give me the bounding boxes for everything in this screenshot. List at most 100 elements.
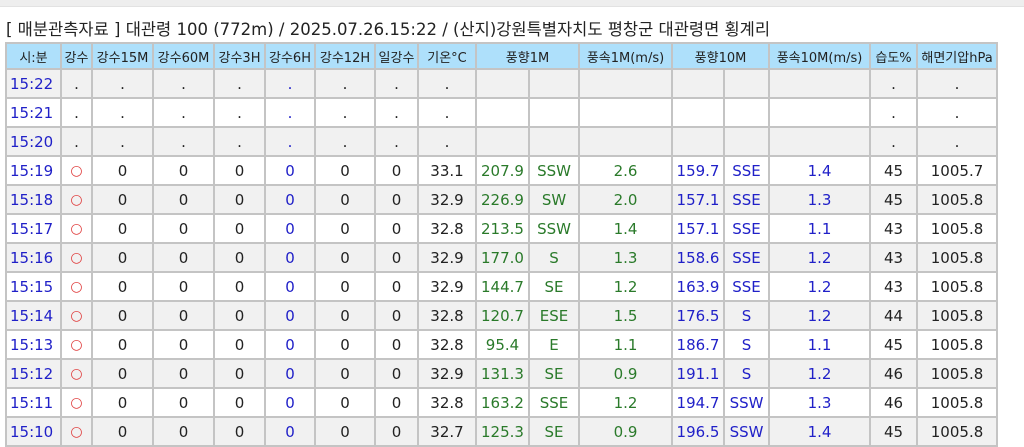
table-row: 15:16 ○ 0 0 0 0 0 0 32.9 177.0 S 1.3 158.6 SSE 1.2 43 10… xyxy=(5,242,999,273)
cell-rain-3h: 0 xyxy=(213,242,266,273)
cell-rain-6h: 0 xyxy=(264,271,316,302)
cell-humidity: . xyxy=(869,68,919,99)
cell-time[interactable]: 15:15 xyxy=(5,271,62,302)
cell-time[interactable]: 15:21 xyxy=(5,97,62,128)
cell-wind-speed-1m: 1.2 xyxy=(578,271,674,302)
header-rain-60m: 강수60M xyxy=(152,42,215,70)
cell-wind-dir-1m: SSW xyxy=(527,213,581,244)
cell-time[interactable]: 15:18 xyxy=(5,184,62,215)
cell-wind-speed-10m: 1.3 xyxy=(768,387,872,418)
cell-wind-dir-10m: SSW xyxy=(723,387,771,418)
cell-wind-speed-1m: 2.6 xyxy=(578,155,674,186)
cell-temperature: 32.8 xyxy=(417,387,477,418)
table-row: 15:19 ○ 0 0 0 0 0 0 33.1 207.9 SSW 2.6 159.7 SSE 1.4 45… xyxy=(5,155,999,186)
cell-time[interactable]: 15:20 xyxy=(5,126,62,157)
cell-rain-60m: 0 xyxy=(152,271,215,302)
cell-time[interactable]: 15:17 xyxy=(5,213,62,244)
cell-rain-12h: 0 xyxy=(314,155,376,186)
cell-wind-dir-1m: S xyxy=(527,242,581,273)
cell-rain-15m: 0 xyxy=(91,184,154,215)
cell-humidity: 45 xyxy=(869,184,919,215)
cell-wind-dir-10m: SSE xyxy=(723,213,771,244)
cell-time[interactable]: 15:16 xyxy=(5,242,62,273)
cell-rain-60m: . xyxy=(152,68,215,99)
cell-sea-level-pressure: 1005.8 xyxy=(916,213,999,244)
cell-daily-rain: 0 xyxy=(374,271,419,302)
header-wind-dir-10m: 풍향10M xyxy=(671,42,771,70)
cell-wind-dir-10m-deg: 157.1 xyxy=(671,213,726,244)
cell-rain: . xyxy=(60,68,93,99)
cell-rain-15m: 0 xyxy=(91,300,154,331)
cell-sea-level-pressure: . xyxy=(916,68,999,99)
cell-wind-speed-1m: 1.4 xyxy=(578,213,674,244)
cell-rain: ○ xyxy=(60,213,93,244)
table-row: 15:22.......... xyxy=(5,68,999,99)
cell-rain-3h: 0 xyxy=(213,271,266,302)
cell-rain-12h: 0 xyxy=(314,242,376,273)
cell-rain-6h: 0 xyxy=(264,242,316,273)
cell-time[interactable]: 15:10 xyxy=(5,416,62,447)
cell-rain-3h: 0 xyxy=(213,416,266,447)
cell-wind-speed-1m: 0.9 xyxy=(578,358,674,389)
cell-rain-15m: 0 xyxy=(91,387,154,418)
cell-sea-level-pressure: 1005.8 xyxy=(916,271,999,302)
table-row: 15:15 ○ 0 0 0 0 0 0 32.9 144.7 SE 1.2 163.9 SSE 1.2 43 1… xyxy=(5,271,999,302)
cell-humidity: . xyxy=(869,97,919,128)
table-row: 15:12 ○ 0 0 0 0 0 0 32.9 131.3 SE 0.9 191.1 S 1.2 46 100… xyxy=(5,358,999,389)
cell-temperature: 32.8 xyxy=(417,329,477,360)
cell-rain: ○ xyxy=(60,416,93,447)
cell-time[interactable]: 15:13 xyxy=(5,329,62,360)
cell-rain: ○ xyxy=(60,155,93,186)
cell-sea-level-pressure: 1005.8 xyxy=(916,358,999,389)
cell-sea-level-pressure: 1005.8 xyxy=(916,329,999,360)
cell-wind-speed-1m: 1.2 xyxy=(578,387,674,418)
cell-temperature: 32.9 xyxy=(417,184,477,215)
cell-wind-dir-1m-deg xyxy=(475,97,530,128)
cell-wind-dir-1m: SW xyxy=(527,184,581,215)
cell-wind-dir-10m: S xyxy=(723,300,771,331)
cell-time[interactable]: 15:22 xyxy=(5,68,62,99)
cell-rain-15m: . xyxy=(91,68,154,99)
cell-rain-6h: 0 xyxy=(264,213,316,244)
cell-wind-dir-1m xyxy=(527,97,581,128)
cell-rain-3h: 0 xyxy=(213,184,266,215)
cell-sea-level-pressure: 1005.8 xyxy=(916,416,999,447)
cell-daily-rain: . xyxy=(374,68,419,99)
cell-rain-60m: . xyxy=(152,97,215,128)
header-rain: 강수 xyxy=(60,42,93,70)
cell-wind-dir-10m-deg: 196.5 xyxy=(671,416,726,447)
cell-daily-rain: 0 xyxy=(374,358,419,389)
cell-sea-level-pressure: 1005.8 xyxy=(916,184,999,215)
cell-wind-dir-10m-deg xyxy=(671,97,726,128)
cell-rain-6h: . xyxy=(264,126,316,157)
cell-wind-speed-10m: 1.4 xyxy=(768,416,872,447)
cell-rain-6h: . xyxy=(264,97,316,128)
cell-rain-15m: 0 xyxy=(91,358,154,389)
cell-time[interactable]: 15:19 xyxy=(5,155,62,186)
cell-wind-speed-10m: 1.2 xyxy=(768,242,872,273)
cell-wind-dir-10m-deg: 186.7 xyxy=(671,329,726,360)
cell-rain-60m: 0 xyxy=(152,213,215,244)
table-row: 15:17 ○ 0 0 0 0 0 0 32.8 213.5 SSW 1.4 157.1 SSE 1.1 43… xyxy=(5,213,999,244)
cell-humidity: 43 xyxy=(869,271,919,302)
cell-daily-rain: 0 xyxy=(374,213,419,244)
cell-temperature: 32.9 xyxy=(417,358,477,389)
cell-rain-60m: 0 xyxy=(152,329,215,360)
cell-temperature: 32.8 xyxy=(417,300,477,331)
cell-rain-12h: . xyxy=(314,68,376,99)
cell-wind-dir-1m: SSE xyxy=(527,387,581,418)
cell-time[interactable]: 15:14 xyxy=(5,300,62,331)
cell-wind-dir-1m-deg: 213.5 xyxy=(475,213,530,244)
cell-time[interactable]: 15:12 xyxy=(5,358,62,389)
cell-humidity: 45 xyxy=(869,155,919,186)
cell-rain-60m: 0 xyxy=(152,155,215,186)
cell-wind-speed-1m: 0.9 xyxy=(578,416,674,447)
cell-humidity: . xyxy=(869,126,919,157)
cell-time[interactable]: 15:11 xyxy=(5,387,62,418)
cell-wind-speed-1m xyxy=(578,126,674,157)
cell-humidity: 45 xyxy=(869,329,919,360)
cell-wind-dir-1m-deg xyxy=(475,68,530,99)
cell-wind-speed-1m: 1.1 xyxy=(578,329,674,360)
cell-rain-12h: . xyxy=(314,97,376,128)
cell-humidity: 44 xyxy=(869,300,919,331)
